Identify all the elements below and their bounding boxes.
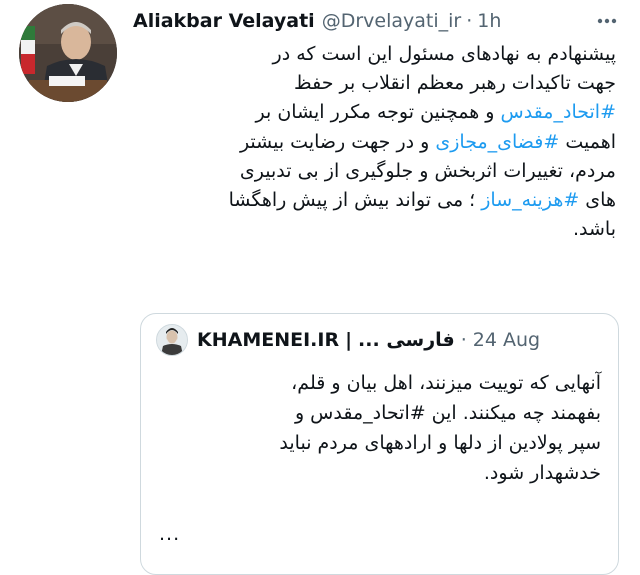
tweet-text-segment: باشد. — [572, 218, 616, 241]
author-avatar[interactable] — [19, 4, 117, 102]
more-horizontal-icon — [597, 18, 617, 24]
tweet-body: پیشنهادم به نهادهای مسئول این است که در ج… — [132, 40, 616, 244]
tweet-text-line: اهمیت #فضای_مجازی و در جهت رضایت بیشتر — [132, 128, 616, 157]
author-name[interactable]: Aliakbar Velayati — [133, 10, 315, 32]
header-separator: · — [466, 10, 473, 32]
tweet-text-line: مردم، تغییرات اثربخش و جلوگیری از بی تدب… — [132, 157, 616, 186]
quoted-header-separator: · — [460, 329, 467, 351]
tweet-text-line: #اتحاد_مقدس و همچنین توجه مکرر ایشان بر — [132, 98, 616, 127]
quoted-author-name[interactable]: KHAMENEI.IR — [197, 329, 339, 351]
tweet-text-segment: جهت تاکیدات رهبر معظم انقلاب بر حفظ — [294, 72, 616, 95]
quoted-text-line: بفهمند چه میکنند. این #اتحاد_مقدس و — [294, 402, 601, 424]
quoted-tweet-truncation: ... — [159, 523, 181, 545]
quoted-name-separator: | — [345, 329, 353, 351]
hashtag-link[interactable]: #فضای_مجازی — [435, 131, 559, 153]
quoted-text-line: خدشهدار شود. — [483, 462, 601, 484]
hashtag-link[interactable]: #هزینه_ساز — [481, 189, 579, 211]
quoted-tweet[interactable]: KHAMENEI.IR | فارسی ... · 24 Aug آنهایی … — [140, 313, 619, 575]
quoted-author-photo — [157, 325, 187, 355]
tweet-text-segment: اهمیت — [559, 130, 616, 153]
quoted-text-line: آنهایی که توییت میزنند، اهل بیان و قلم، — [291, 372, 601, 394]
tweet-text-segment: و همچنین توجه مکرر ایشان بر — [255, 101, 501, 124]
tweet-text-line: پیشنهادم به نهادهای مسئول این است که در — [132, 40, 616, 69]
tweet-text-line: های #هزینه_ساز ؛ می تواند بیش از پیش راه… — [132, 186, 616, 215]
tweet-text-segment: مردم، تغییرات اثربخش و جلوگیری از بی تدب… — [239, 159, 616, 182]
quoted-text-line: سپر پولادین از دلها و ارادههای مردم نبای… — [279, 432, 601, 454]
tweet-text-segment: ؛ می تواند بیش از پیش راهگشا — [228, 189, 482, 212]
tweet-text-segment: های — [579, 189, 616, 212]
author-handle[interactable]: @Drvelayati_ir — [322, 10, 462, 32]
hashtag-link[interactable]: #اتحاد_مقدس — [501, 101, 616, 123]
author-photo — [19, 4, 117, 102]
tweet-text-line: باشد. — [132, 215, 616, 244]
quoted-tweet-header: KHAMENEI.IR | فارسی ... · 24 Aug — [197, 324, 540, 356]
more-options-button[interactable] — [596, 10, 618, 32]
tweet-text-line: جهت تاکیدات رهبر معظم انقلاب بر حفظ — [132, 69, 616, 98]
tweet-text-segment: و در جهت رضایت بیشتر — [239, 130, 436, 153]
tweet-timestamp[interactable]: 1h — [477, 10, 501, 32]
quoted-author-avatar[interactable] — [156, 324, 188, 356]
quoted-author-name-fa[interactable]: فارسی ... — [358, 329, 455, 351]
tweet-text-segment: پیشنهادم به نهادهای مسئول این است که در — [272, 43, 616, 65]
tweet-header: Aliakbar Velayati @Drvelayati_ir · 1h — [133, 6, 501, 36]
quoted-tweet-date[interactable]: 24 Aug — [473, 329, 540, 351]
quoted-tweet-body: آنهایی که توییت میزنند، اهل بیان و قلم، … — [161, 368, 601, 488]
